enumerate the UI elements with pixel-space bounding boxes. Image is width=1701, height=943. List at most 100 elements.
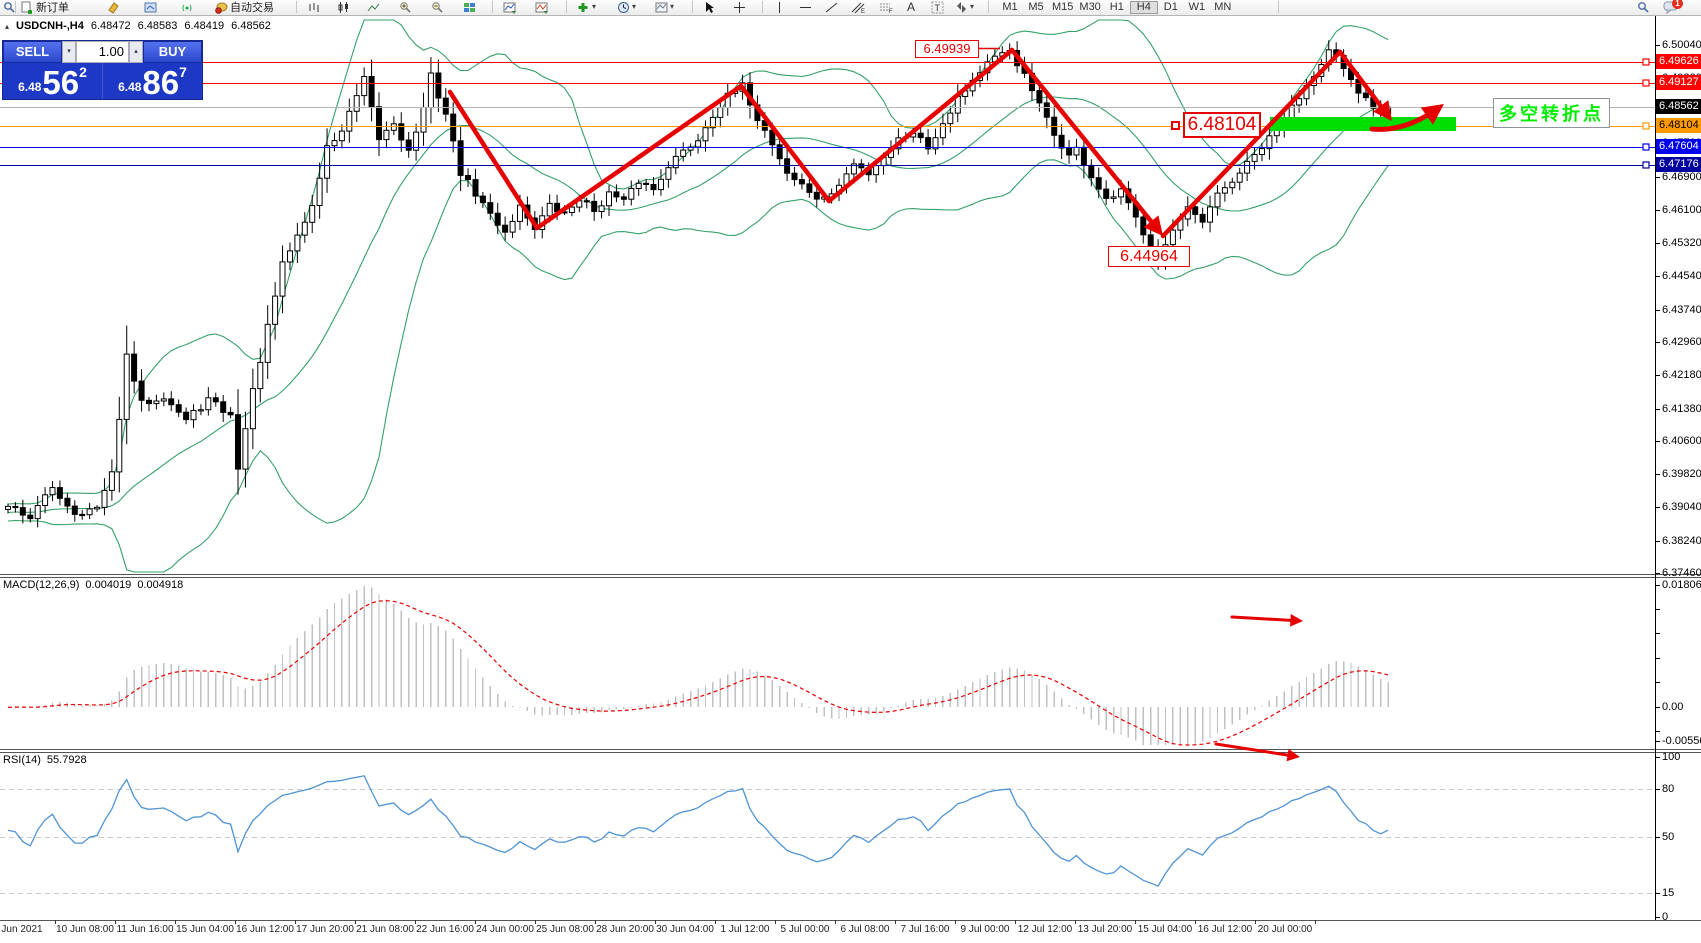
chevron-down-icon: ▾	[670, 2, 674, 12]
cursor-tool[interactable]	[702, 0, 717, 14]
volume-input[interactable]: 1.00	[76, 41, 129, 63]
zoom-out-icon[interactable]	[430, 0, 445, 14]
sell-button[interactable]: SELL	[3, 41, 62, 63]
channel-tool[interactable]: E	[850, 0, 867, 14]
template-button[interactable]: ▾	[654, 0, 675, 14]
new-order-button[interactable]: 新订单	[20, 0, 70, 14]
timeframe-button-h4[interactable]: H4	[1130, 1, 1158, 14]
text-tool[interactable]: A	[906, 0, 916, 14]
rsi-plot	[0, 776, 1655, 894]
timeframe-button-mn[interactable]: MN	[1210, 1, 1236, 14]
volume-increase-button[interactable]: ▴	[129, 41, 143, 63]
chevron-down-icon: ▾	[970, 2, 974, 12]
timeframe-button-w1[interactable]: W1	[1184, 1, 1210, 14]
toolbar-separator	[762, 1, 763, 13]
volume-decrease-button[interactable]: ▾	[62, 41, 76, 63]
annotation-high-price[interactable]: 6.49939	[915, 40, 979, 58]
auto-trading-label: 自动交易	[230, 0, 274, 15]
toolbar-separator	[492, 1, 493, 13]
crosshair-tool[interactable]	[732, 0, 747, 14]
toolbar-separator	[988, 1, 989, 13]
search-icon[interactable]	[1636, 0, 1651, 14]
candlestick-chart-icon[interactable]	[336, 0, 351, 14]
sell-price-pips: 56	[42, 68, 79, 98]
chart-canvas	[0, 0, 1701, 943]
sell-price-base: 6.48	[18, 80, 41, 94]
trendline-tool[interactable]	[824, 0, 839, 14]
horizontal-line-tool[interactable]	[798, 0, 813, 14]
line-chart-icon[interactable]	[366, 0, 381, 14]
period-clock-button[interactable]: ▾	[616, 0, 637, 14]
support-zone-highlight[interactable]	[1270, 117, 1456, 131]
indicator-window-icon[interactable]	[502, 0, 517, 14]
new-order-label: 新订单	[36, 0, 69, 15]
svg-text:F: F	[889, 9, 893, 14]
notification-badge: 1	[1672, 0, 1683, 9]
collapse-icon[interactable]: ▴	[5, 22, 9, 31]
market-watch-icon[interactable]	[143, 0, 158, 14]
macd-value: 0.004019	[85, 579, 131, 591]
one-click-trade-panel: SELL ▾ 1.00 ▴ BUY 6.48 56 2 6.48 86 7	[2, 40, 203, 100]
buy-button[interactable]: BUY	[143, 41, 202, 63]
line-handle[interactable]	[1643, 144, 1649, 150]
toolbar: 新订单 自动交易	[0, 0, 1701, 16]
tile-windows-icon[interactable]	[462, 0, 477, 14]
text-label-tool[interactable]: T	[930, 0, 945, 14]
metatrader-window: 新订单 自动交易	[0, 0, 1701, 943]
annotation-turning-point[interactable]: 多空转折点	[1493, 98, 1610, 128]
timeframe-group: M1M5M15M30H1H4D1W1MN	[996, 0, 1237, 14]
timeframe-button-m15[interactable]: M15	[1049, 1, 1076, 14]
buy-price-point: 7	[179, 64, 187, 80]
sell-price-point: 2	[79, 64, 87, 80]
chevron-down-icon: ▾	[632, 2, 636, 12]
buy-price[interactable]: 6.48 86 7	[103, 63, 202, 99]
line-handle[interactable]	[1643, 162, 1649, 168]
line-handle[interactable]	[1643, 59, 1649, 65]
zoom-in-icon[interactable]	[398, 0, 413, 14]
svg-text:T: T	[935, 3, 941, 13]
chart-header: ▴ USDCNH-,H4 6.48472 6.48583 6.48419 6.4…	[5, 20, 271, 32]
add-indicator-button[interactable]: ▾	[576, 0, 597, 14]
sell-price[interactable]: 6.48 56 2	[3, 63, 103, 99]
toolbar-separator	[15, 1, 16, 13]
line-handle[interactable]	[1643, 80, 1649, 86]
toolbar-separator	[296, 1, 297, 13]
ohlc-open: 6.48472	[91, 20, 131, 32]
horizontal-price-lines	[0, 59, 1655, 168]
macd-plot	[8, 586, 1388, 745]
timeframe-button-h1[interactable]: H1	[1104, 1, 1130, 14]
vertical-line-tool[interactable]	[772, 0, 787, 14]
svg-text:E: E	[861, 9, 865, 14]
rsi-name: RSI(14)	[3, 754, 41, 766]
trend-segment[interactable]	[741, 86, 829, 201]
indicator-list-icon[interactable]	[534, 0, 549, 14]
rsi-value: 55.7928	[47, 754, 87, 766]
toolbar-separator	[692, 1, 693, 13]
chat-notifications-button[interactable]: 1	[1662, 0, 1680, 14]
timeframe-button-d1[interactable]: D1	[1158, 1, 1184, 14]
rsi-indicator-label: RSI(14) 55.7928	[3, 754, 87, 766]
toolbar-separator	[566, 1, 567, 13]
line-handle[interactable]	[1643, 123, 1649, 129]
symbol-name: USDCNH-,H4	[16, 20, 84, 32]
annotation-support-price[interactable]: 6.48104	[1183, 112, 1261, 138]
bar-chart-icon[interactable]	[306, 0, 321, 14]
macd-signal-value: 0.004918	[137, 579, 183, 591]
buy-price-pips: 86	[142, 68, 179, 98]
styler-icon[interactable]	[106, 0, 121, 14]
macd-name: MACD(12,26,9)	[3, 579, 79, 591]
buy-price-base: 6.48	[118, 80, 141, 94]
timeframe-button-m30[interactable]: M30	[1076, 1, 1103, 14]
signals-icon[interactable]	[180, 0, 195, 14]
auto-trading-button[interactable]: 自动交易	[214, 0, 275, 14]
timeframe-button-m1[interactable]: M1	[997, 1, 1023, 14]
ohlc-close: 6.48562	[231, 20, 271, 32]
trend-zigzag	[450, 49, 1444, 762]
ohlc-low: 6.48419	[184, 20, 224, 32]
arrows-tool[interactable]: ▾	[954, 0, 975, 14]
annotation-low-price[interactable]: 6.44964	[1108, 246, 1190, 267]
timeframe-button-m5[interactable]: M5	[1023, 1, 1049, 14]
fibonacci-tool[interactable]: F	[878, 0, 895, 14]
green-zone	[1270, 117, 1456, 131]
ohlc-high: 6.48583	[138, 20, 178, 32]
